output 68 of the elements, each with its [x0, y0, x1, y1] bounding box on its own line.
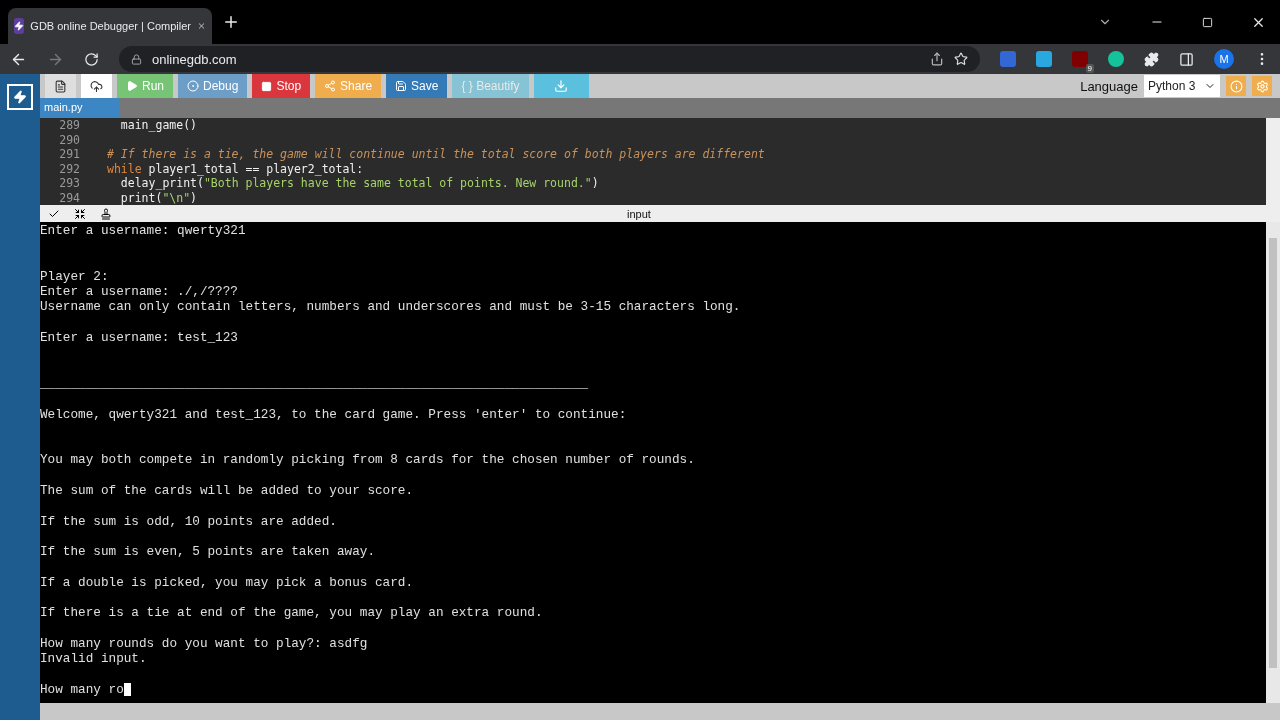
scrollbar[interactable] — [1266, 222, 1280, 703]
url-text: onlinegdb.com — [152, 51, 238, 67]
puzzle-icon[interactable] — [1144, 51, 1159, 67]
line-number: 293 — [58, 176, 80, 191]
code-line: print("\n") — [119, 190, 198, 205]
stamp-icon[interactable] — [100, 207, 112, 220]
restore-icon[interactable] — [1202, 16, 1213, 28]
console-line: Enter a username: test_123 — [40, 330, 238, 346]
tab-title: GDB online Debugger | Compiler — [30, 20, 191, 32]
gear-icon — [1255, 79, 1269, 93]
save-button[interactable]: Save — [386, 74, 448, 98]
upload-button[interactable] — [81, 74, 112, 98]
console-line: How many rounds do you want to play?: asdfg — [40, 636, 368, 651]
console-line: Invalid input. — [40, 651, 147, 667]
bolt-icon — [14, 18, 25, 34]
line-number: 290 — [58, 132, 80, 147]
stop-button[interactable]: Stop — [252, 74, 311, 98]
file-tab[interactable]: main.py — [40, 98, 120, 118]
download-icon — [554, 79, 568, 93]
debug-icon — [187, 80, 199, 92]
new-button[interactable] — [45, 74, 76, 98]
line-number: 289 — [58, 118, 80, 133]
console-line: The sum of the cards will be added to your score. — [40, 483, 414, 499]
logo-icon[interactable] — [7, 84, 33, 110]
address-bar[interactable]: onlinegdb.com — [119, 46, 980, 72]
cloud-upload-icon — [90, 79, 103, 93]
code-line: delay_print("Both players have the same total of points. New round.") — [119, 176, 599, 191]
line-number: 292 — [58, 161, 80, 176]
panel-title: input — [626, 207, 652, 220]
language-label: Language — [1080, 78, 1138, 94]
console-line: Username can only contain letters, numbers and underscores and must be 3-15 characters long. — [40, 299, 741, 315]
new-tab-icon[interactable] — [222, 13, 240, 31]
info-icon — [1229, 79, 1243, 93]
share-icon — [324, 80, 337, 92]
badge-count: 9 — [1085, 64, 1094, 73]
line-number: 291 — [58, 147, 80, 162]
console-line: You may both compete in randomly picking from 8 cards for the chosen number of rounds. — [40, 452, 695, 468]
lock-icon — [131, 53, 142, 65]
text-cursor — [123, 683, 131, 697]
save-icon — [395, 80, 408, 92]
console-line: Enter a username: ./,/???? — [40, 284, 238, 300]
code-line: # If there is a tie, the game will continue until the total score of both players are different — [107, 147, 765, 162]
console-line: How many ro — [40, 681, 124, 697]
console-line: Player 2: — [40, 268, 109, 284]
reload-icon[interactable] — [84, 51, 99, 67]
side-panel-icon[interactable] — [1179, 51, 1194, 67]
share-icon[interactable] — [930, 52, 944, 66]
star-icon[interactable] — [954, 52, 968, 66]
debug-button[interactable]: Debug — [178, 74, 248, 98]
scrollbar[interactable] — [1266, 118, 1280, 205]
console-line: ________________________________________________________________________ — [40, 375, 589, 391]
code-line: main_game() — [119, 118, 197, 133]
play-icon — [126, 80, 138, 92]
console-line: Enter a username: qwerty321 — [40, 223, 246, 238]
line-number: 294 — [58, 190, 80, 205]
file-icon — [54, 79, 67, 93]
profile-avatar[interactable]: M — [1214, 49, 1234, 69]
console-line: Welcome, qwerty321 and test_123, to the card game. Press 'enter' to continue: — [40, 406, 627, 422]
code-line: while player1_total == player2_total: — [107, 161, 364, 176]
language-select[interactable]: Python 3 — [1144, 75, 1220, 97]
console-line: If the sum is odd, 10 points are added. — [40, 513, 337, 529]
extension-icon[interactable] — [1108, 51, 1124, 67]
console-line: If the sum is even, 5 points are taken away. — [40, 544, 375, 560]
console-line: If there is a tie at end of the game, you may play an extra round. — [40, 605, 543, 621]
browser-tab[interactable]: GDB online Debugger | Compiler — [8, 8, 212, 44]
stop-icon — [261, 80, 273, 92]
console-line: If a double is picked, you may pick a bonus card. — [40, 574, 414, 590]
shrink-icon[interactable] — [74, 207, 86, 220]
